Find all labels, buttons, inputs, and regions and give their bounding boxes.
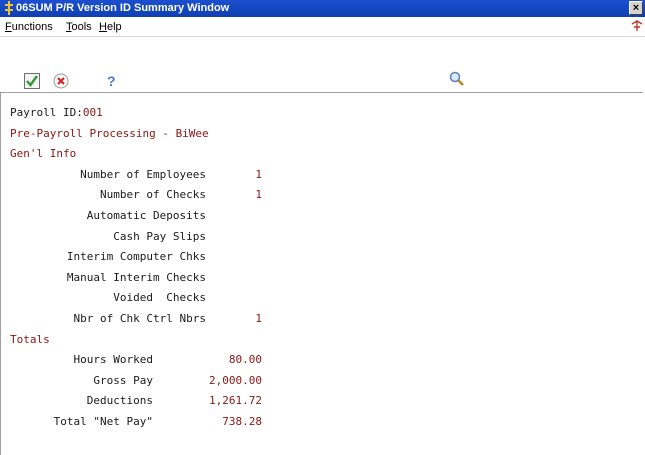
process-title: Pre-Payroll Processing - BiWee: [10, 127, 209, 140]
cancel-icon[interactable]: [53, 73, 69, 89]
hierarchy-icon[interactable]: [631, 20, 643, 32]
help-icon[interactable]: ?: [103, 73, 119, 89]
total-value: 2,000.00: [209, 374, 262, 387]
summary-form: Payroll ID:001 Pre-Payroll Processing - …: [0, 92, 643, 455]
total-label: Hours Worked: [73, 353, 153, 366]
window-title: 06SUM P/R Version ID Summary Window: [16, 2, 230, 14]
help-glyph: ?: [107, 73, 116, 89]
payroll-id-label: Payroll ID:: [10, 106, 83, 119]
row-label: Voided Checks: [113, 291, 206, 304]
row-label: Number of Employees: [80, 168, 206, 181]
row-label: Nbr of Chk Ctrl Nbrs: [73, 312, 206, 325]
toolbar: ?: [0, 37, 645, 89]
total-value: 738.28: [222, 415, 262, 428]
row-value: 1: [255, 188, 262, 201]
row-value: 1: [255, 312, 262, 325]
gen-info-heading: Gen'l Info: [10, 147, 77, 160]
menu-tools[interactable]: Tools: [66, 21, 92, 33]
row-label: Automatic Deposits: [86, 209, 206, 222]
payroll-id-value: 001: [82, 106, 103, 119]
menu-bar: Functions Tools Help: [0, 17, 645, 37]
total-value: 80.00: [228, 353, 262, 366]
total-label: Gross Pay: [93, 374, 153, 387]
row-label: Manual Interim Checks: [66, 271, 206, 284]
close-button[interactable]: ×: [629, 1, 643, 15]
total-label: Deductions: [86, 394, 153, 407]
magnifier-icon[interactable]: [449, 71, 465, 87]
close-icon: ×: [632, 2, 640, 14]
total-label: Total "Net Pay": [53, 415, 153, 428]
row-label: Cash Pay Slips: [113, 230, 206, 243]
payroll-id-row: Payroll ID:001: [10, 106, 103, 120]
title-bar: 06SUM P/R Version ID Summary Window ×: [0, 0, 645, 17]
row-label: Interim Computer Chks: [66, 250, 206, 263]
totals-heading: Totals: [10, 333, 50, 346]
total-value: 1,261.72: [209, 394, 262, 407]
row-value: 1: [255, 168, 262, 181]
app-icon: [5, 1, 13, 15]
menu-functions[interactable]: Functions: [5, 21, 53, 33]
menu-help[interactable]: Help: [99, 21, 122, 33]
row-label: Number of Checks: [100, 188, 206, 201]
check-icon[interactable]: [24, 73, 40, 89]
